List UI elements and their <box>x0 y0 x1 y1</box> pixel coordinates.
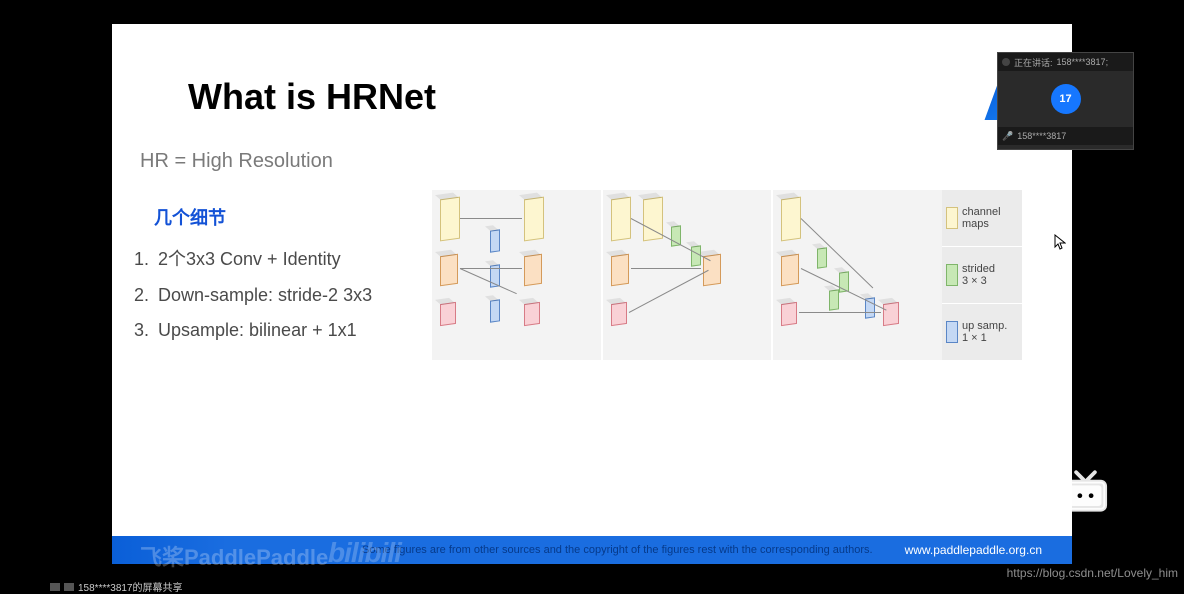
screen-share-bar: 158****3817的屏幕共享 <box>50 579 183 594</box>
list-item: Down-sample: stride-2 3x3 <box>154 285 372 306</box>
feature-block <box>611 197 631 242</box>
feature-block <box>524 254 542 287</box>
details-heading: 几个细节 <box>154 204 226 230</box>
bilibili-watermark: bilibili <box>328 537 401 569</box>
edge <box>631 268 701 269</box>
diagram-panel <box>773 190 942 360</box>
op-block <box>829 289 839 310</box>
feature-block <box>524 302 540 326</box>
legend-label: channel maps <box>962 206 1001 230</box>
footer-site: www.paddlepaddle.org.cn <box>905 543 1042 557</box>
meeting-avatar-area: 17 <box>998 71 1133 127</box>
op-block <box>691 245 701 266</box>
edge <box>460 218 522 219</box>
legend-swatch <box>946 321 958 343</box>
slide: ナ What is HRNet HR = High Resolution 几个细… <box>112 24 1072 564</box>
feature-block <box>440 197 460 242</box>
feature-block <box>524 197 544 242</box>
video-stage: ナ What is HRNet HR = High Resolution 几个细… <box>50 0 1134 594</box>
feature-block <box>781 254 799 287</box>
slide-title: What is HRNet <box>188 76 436 118</box>
mic-off-icon: 🎤 <box>1002 131 1013 142</box>
feature-block <box>781 197 801 242</box>
edge <box>628 270 708 313</box>
legend-swatch <box>946 264 958 286</box>
op-block <box>490 299 500 322</box>
user-label: 158****3817 <box>1017 131 1066 141</box>
feature-block <box>883 302 899 326</box>
details-list: 2个3x3 Conv + Identity Down-sample: strid… <box>130 245 372 355</box>
feature-block <box>440 254 458 287</box>
edge <box>460 268 517 294</box>
diagram-panel <box>432 190 603 360</box>
list-item: 2个3x3 Conv + Identity <box>154 245 372 271</box>
diagram-legend: channel maps strided 3 × 3 up samp. 1 × … <box>942 190 1022 360</box>
avatar: 17 <box>1051 84 1081 114</box>
blog-watermark: https://blog.csdn.net/Lovely_him <box>1007 566 1178 580</box>
op-block <box>817 247 827 268</box>
sharing-label: 158****3817的屏幕共享 <box>78 579 183 594</box>
feature-block <box>611 302 627 326</box>
legend-row: channel maps <box>942 190 1022 247</box>
legend-row: up samp. 1 × 1 <box>942 304 1022 360</box>
bilibili-tv-icon[interactable] <box>1063 466 1108 516</box>
edge <box>799 312 881 313</box>
speaking-user: 158****3817; <box>1057 57 1109 67</box>
slide-subtitle: HR = High Resolution <box>140 150 333 173</box>
user-icon <box>64 583 74 591</box>
op-block <box>490 229 500 252</box>
mic-icon <box>1002 58 1010 66</box>
feature-block <box>440 302 456 326</box>
edge <box>460 268 522 269</box>
hrnet-diagram <box>432 190 942 360</box>
meeting-speaking-bar: 正在讲话: 158****3817; <box>998 53 1133 71</box>
legend-swatch <box>946 207 958 229</box>
speaking-label: 正在讲话: <box>1014 56 1053 69</box>
diagram-panel <box>603 190 774 360</box>
edge <box>801 218 874 288</box>
feature-block <box>781 302 797 326</box>
legend-label: up samp. 1 × 1 <box>962 320 1007 344</box>
screen-icon <box>50 583 60 591</box>
paddle-watermark: 飞桨PaddlePaddle <box>140 540 328 572</box>
figure-credit: Some figures are from other sources and … <box>362 544 873 556</box>
list-item: Upsample: bilinear + 1x1 <box>154 320 372 341</box>
legend-row: strided 3 × 3 <box>942 247 1022 304</box>
meeting-thumbnail[interactable]: 正在讲话: 158****3817; 17 🎤 158****3817 <box>997 52 1134 150</box>
feature-block <box>611 254 629 287</box>
meeting-user-bar: 🎤 158****3817 <box>998 127 1133 145</box>
legend-label: strided 3 × 3 <box>962 263 995 287</box>
cursor-icon <box>1054 234 1066 250</box>
